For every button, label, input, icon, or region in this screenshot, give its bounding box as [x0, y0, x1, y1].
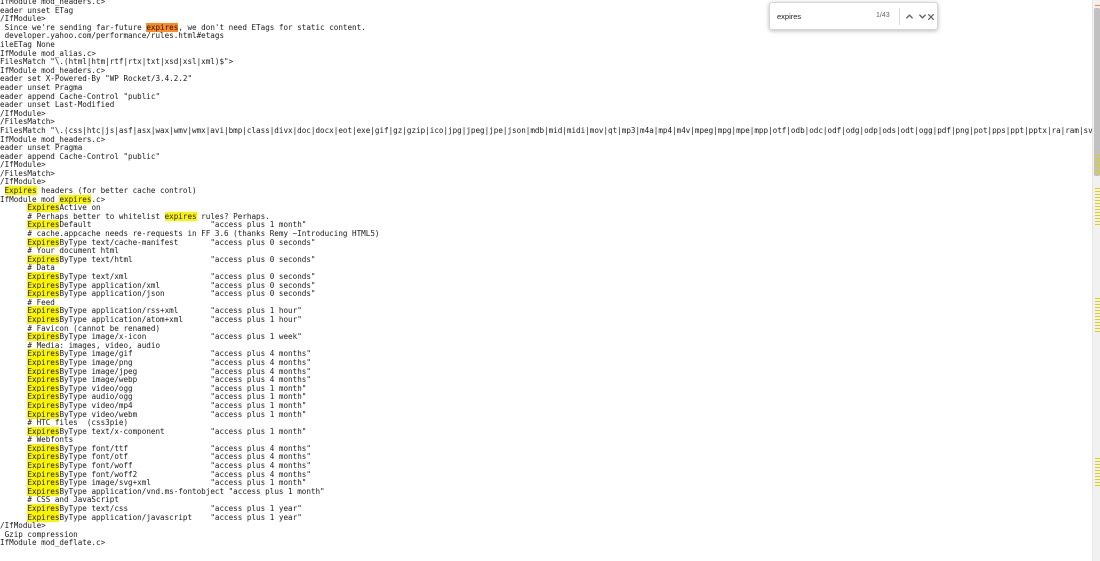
search-match-highlight: Expires [27, 289, 60, 299]
code-line: eader append Cache-Control "public" [0, 91, 161, 101]
scrollbar-match-marker [1095, 482, 1100, 483]
code-line: ExpiresByType application/vnd.ms-fontobj… [27, 486, 325, 496]
find-previous-button[interactable] [903, 9, 916, 24]
scrollbar-match-marker [1095, 467, 1100, 468]
search-match-highlight: Expires [27, 357, 60, 367]
find-close-button[interactable] [926, 9, 936, 24]
close-icon [928, 13, 934, 20]
code-content: IfModule mod_headers.c> eader unset ETag /… [0, 0, 1092, 548]
scrollbar-match-marker [1095, 458, 1100, 459]
scrollbar-match-marker [1095, 304, 1100, 305]
code-line: IfModule mod_headers.c> [0, 134, 106, 144]
scrollbar-match-marker [1095, 310, 1100, 311]
code-line: ExpiresByType text/cache-manifest "acces… [27, 237, 316, 247]
search-match-highlight: Expires [27, 203, 60, 213]
scrollbar-match-marker [1095, 209, 1100, 210]
scrollbar-match-marker [1095, 200, 1100, 201]
scrollbar-match-marker [1095, 485, 1100, 486]
scrollbar-match-marker [1095, 464, 1100, 465]
code-line: Expires headers (for better cache contro… [4, 186, 197, 196]
find-input[interactable] [777, 9, 865, 24]
search-match-highlight: Expires [27, 332, 60, 342]
scrollbar-match-marker [1095, 161, 1100, 162]
search-match-highlight: Expires [27, 504, 60, 514]
find-divider [899, 8, 900, 25]
code-line: ileETag None [0, 39, 55, 49]
search-match-highlight: Expires [27, 314, 60, 324]
scrollbar-match-marker [1095, 461, 1100, 462]
scrollbar-match-marker [1095, 331, 1100, 332]
scrollbar-match-marker [1095, 479, 1100, 480]
scrollbar-match-marker [1095, 197, 1100, 198]
scrollbar-match-marker [1095, 194, 1100, 195]
code-line: /IfModule> [0, 521, 46, 531]
scrollbar-match-marker [1095, 473, 1100, 474]
code-line: /IfModule> [0, 160, 46, 170]
vertical-scrollbar[interactable] [1092, 0, 1100, 561]
code-line: ExpiresByType text/html "access plus 0 s… [27, 254, 316, 264]
text-viewer[interactable]: IfModule mod_headers.c> eader unset ETag /… [0, 0, 1092, 561]
code-line: IfModule mod_expires.c> [0, 194, 106, 204]
scrollbar-match-marker [1095, 206, 1100, 207]
scrollbar-match-marker [1095, 5, 1100, 6]
scrollbar-match-marker [1095, 319, 1100, 320]
code-line: /FilesMatch> [0, 168, 55, 178]
scrollbar-match-marker [1095, 158, 1100, 159]
code-line: eader append Cache-Control "public" [0, 151, 161, 161]
scrollbar-match-marker [1095, 170, 1100, 171]
code-line: developer.yahoo.com/performance/rules.ht… [0, 31, 225, 41]
code-line: ExpiresByType video/webm "access plus 1 … [27, 409, 307, 419]
scrollbar-match-marker [1095, 322, 1100, 323]
code-line: ExpiresByType application/json "access p… [27, 289, 316, 299]
code-line: eader unset Pragma [0, 143, 83, 153]
scrollbar-match-marker [1095, 221, 1100, 222]
scrollbar-match-marker [1095, 325, 1100, 326]
scrollbar-match-marker [1095, 218, 1100, 219]
scrollbar-match-marker [1095, 203, 1100, 204]
code-line: FilesMatch "\.(html|htm|rtf|rtx|txt|xsd|… [0, 57, 234, 67]
scrollbar-match-marker [1095, 301, 1100, 302]
search-match-highlight: Expires [27, 461, 60, 471]
search-match-highlight: Expires [27, 375, 60, 385]
search-match-highlight: Expires [27, 349, 60, 359]
find-bar: 1/43 [769, 2, 938, 30]
scrollbar-match-marker [1095, 188, 1100, 189]
scrollbar-match-marker [1095, 224, 1100, 225]
scrollbar-match-marker [1095, 476, 1100, 477]
scrollbar-match-marker [1095, 155, 1100, 156]
scrollbar-match-marker [1095, 313, 1100, 314]
scrollbar-match-marker [1095, 215, 1100, 216]
code-line: IfModule mod_deflate.c> [0, 538, 106, 548]
scrollbar-match-marker [1095, 164, 1100, 165]
scrollbar-match-marker [1095, 191, 1100, 192]
code-line: ExpiresByType image/x-icon "access plus … [27, 332, 302, 342]
scrollbar-match-marker [1095, 307, 1100, 308]
scrollbar-match-marker [1095, 167, 1100, 168]
chevron-up-icon [906, 14, 913, 19]
scrollbar-match-marker [1095, 470, 1100, 471]
code-line: FilesMatch "\.(css|htc|js|asf|asx|wax|wm… [0, 125, 1092, 135]
code-line: /IfModule> [0, 108, 46, 118]
search-match-highlight: Expires [27, 392, 60, 402]
search-match-highlight: Expires [27, 478, 60, 488]
code-line: eader set X-Powered-By "WP Rocket/3.4.2.… [0, 74, 193, 84]
scrollbar-match-marker [1095, 328, 1100, 329]
code-line: ExpiresByType text/x-component "access p… [27, 426, 307, 436]
scrollbar-match-marker [1095, 298, 1100, 299]
scrollbar-thumb[interactable] [1094, 8, 1100, 176]
scrollbar-match-marker [1095, 212, 1100, 213]
code-line: eader unset Last-Modified [0, 100, 115, 110]
code-line: ExpiresByType application/atom+xml "acce… [27, 314, 302, 324]
search-match-highlight: Expires [4, 186, 37, 196]
code-line: eader unset Pragma [0, 82, 83, 92]
find-match-count: 1/43 [876, 12, 890, 19]
search-match-highlight: Expires [27, 400, 60, 410]
search-match-highlight: Expires [27, 272, 60, 281]
code-line: Gzip compression [0, 529, 78, 539]
scrollbar-match-marker [1095, 173, 1100, 174]
scrollbar-match-marker [1095, 316, 1100, 317]
code-line: ExpiresByType application/javascript "ac… [27, 512, 302, 522]
